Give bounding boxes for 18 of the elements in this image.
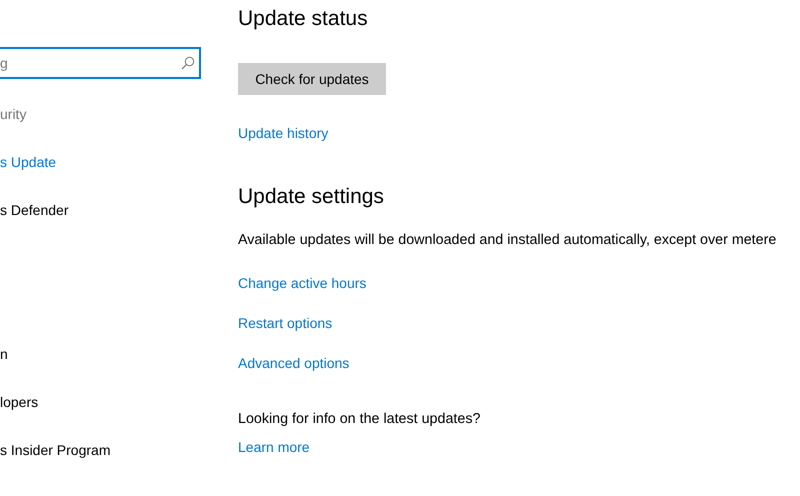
info-question: Looking for info on the latest updates? [238,410,480,429]
sidebar-item[interactable]: s Defender [0,200,68,248]
section-title: Update status [238,6,368,32]
settings-link[interactable]: Advanced options [238,353,350,373]
sidebar-item[interactable]: s Update [0,152,56,200]
sidebar-item[interactable]: s Insider Program [0,440,110,488]
settings-link[interactable]: Change active hours [238,273,366,293]
search-field[interactable]: g [0,47,201,79]
learn-more-link[interactable]: Learn more [238,437,310,457]
search-icon [181,56,195,70]
settings-link[interactable]: Restart options [238,313,332,333]
section-title: Update settings [238,184,384,210]
update-history-link[interactable]: Update history [238,123,328,143]
settings-description: Available updates will be downloaded and installed automatically, except over metere [238,231,776,250]
sidebar-item[interactable]: lopers [0,392,38,440]
sidebar-item[interactable]: n [0,344,8,392]
sidebar-heading: urity [0,105,26,124]
check-updates-button[interactable]: Check for updates [238,63,386,95]
